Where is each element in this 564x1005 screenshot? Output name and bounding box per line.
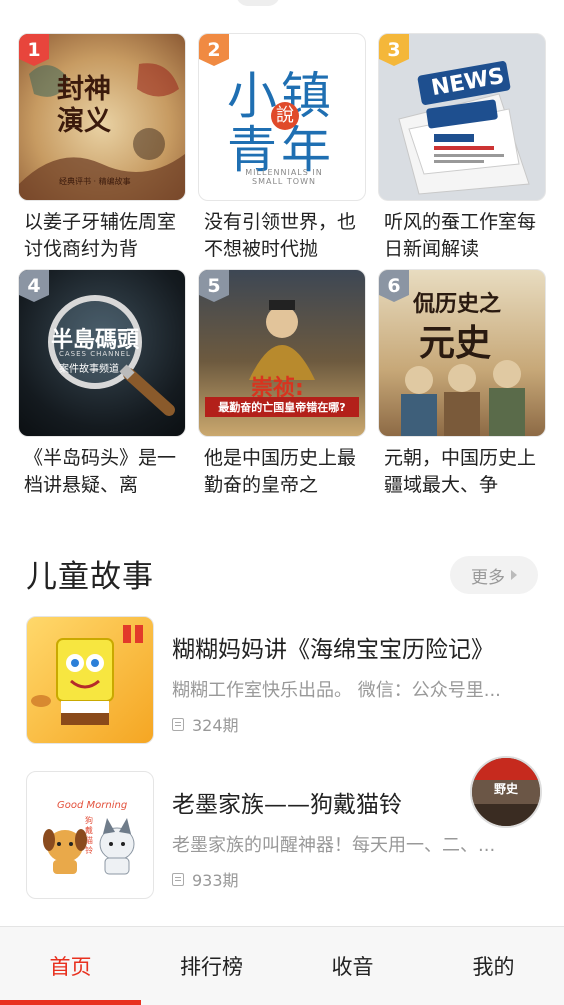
list-item-meta: 324期 [172, 712, 239, 736]
cover-title: 封神演义 [57, 74, 111, 137]
cartoon-illustration [31, 625, 143, 725]
now-playing-avatar[interactable]: 野史 [470, 756, 542, 828]
more-button[interactable]: 更多 [450, 556, 538, 594]
cover-seal: 說 [271, 102, 299, 130]
tab-label: 首页 [49, 955, 92, 979]
list-item-desc: 老墨家族的叫醒神器！每天用一、二、... [172, 835, 496, 856]
list-item-desc: 糊糊工作室快乐出品。 微信：公众号里... [172, 680, 501, 701]
list-thumb-2[interactable]: Good Morning 狗戴猫铃 [26, 771, 154, 899]
cover-subtitle: MILLENNIALS IN SMALL TOWN [245, 168, 323, 186]
cover-subtitle: 案件故事频道 [59, 364, 119, 375]
podcast-cover-4[interactable]: 4 半島碼頭 CASES CHANNEL 案件故事频道 [18, 269, 186, 437]
podcast-title-2[interactable]: 没有引领世界，也不想被时代抛 [198, 209, 366, 263]
cover-subtitle-en: CASES CHANNEL [59, 350, 131, 358]
tab-label: 排行榜 [180, 955, 243, 979]
tab-home[interactable]: 首页 [0, 927, 141, 1005]
dog-cat-illustration [43, 818, 135, 875]
tab-label: 我的 [472, 955, 515, 979]
list-item-title[interactable]: 老墨家族——狗戴猫铃 [172, 785, 402, 819]
top-tab-pill[interactable] [236, 0, 280, 6]
podcast-cover-6[interactable]: 6 侃历史之 元史 [378, 269, 546, 437]
podcast-title-3[interactable]: 听风的蚕工作室每日新闻解读 [378, 209, 546, 263]
section-title: 儿童故事 [26, 559, 154, 595]
cover-subtitle: 经典评书 · 精编故事 [59, 177, 131, 186]
episodes-count: 933期 [192, 871, 239, 890]
chevron-right-icon [511, 570, 517, 580]
podcast-card-3[interactable]: 3 NEWS 听风的蚕工作室每日新闻解读 [378, 33, 546, 263]
list-item-title[interactable]: 糊糊妈妈讲《海绵宝宝历险记》 [172, 630, 494, 664]
list-item[interactable]: Good Morning 狗戴猫铃 老墨家族——狗戴猫铃 老墨家族的叫醒神器！每… [26, 771, 546, 899]
tab-ranking[interactable]: 排行榜 [141, 927, 282, 1005]
podcast-title-6[interactable]: 元朝，中国历史上疆域最大、争 [378, 445, 546, 499]
podcast-cover-5[interactable]: 5 崇祯: 最勤奋的亡国皇帝错在哪? [198, 269, 366, 437]
rank-badge: 2 [199, 34, 229, 66]
bottom-tab-bar: 首页 排行榜 收音 我的 [0, 926, 564, 1005]
episodes-count: 324期 [192, 716, 239, 735]
podcast-card-4[interactable]: 4 半島碼頭 CASES CHANNEL 案件故事频道 《半岛码头》是一档讲悬疑… [18, 269, 186, 499]
podcast-title-4[interactable]: 《半岛码头》是一档讲悬疑、离 [18, 445, 186, 499]
tab-label: 收音 [331, 955, 374, 979]
podcast-card-6[interactable]: 6 侃历史之 元史 元朝，中国历史上疆域最大、争 [378, 269, 546, 499]
podcast-cover-1[interactable]: 1 封神演义 经典评书 · 精编故事 [18, 33, 186, 201]
active-tab-indicator [0, 1000, 141, 1005]
episodes-icon [172, 717, 184, 731]
podcast-title-5[interactable]: 他是中国历史上最勤奋的皇帝之 [198, 445, 366, 499]
cover-subtitle: 最勤奋的亡国皇帝错在哪? [205, 397, 359, 417]
podcast-card-5[interactable]: 5 崇祯: 最勤奋的亡国皇帝错在哪? 他是中国历史上最勤奋的皇帝之 [198, 269, 366, 499]
podcast-card-2[interactable]: 2 小镇 青年 說 MILLENNIALS IN SMALL TOWN 没有引领… [198, 33, 366, 263]
tab-radio[interactable]: 收音 [282, 927, 423, 1005]
now-playing-label: 野史 [493, 782, 518, 796]
podcast-cover-2[interactable]: 2 小镇 青年 說 MILLENNIALS IN SMALL TOWN [198, 33, 366, 201]
list-item[interactable]: 糊糊妈妈讲《海绵宝宝历险记》 糊糊工作室快乐出品。 微信：公众号里... 324… [26, 616, 546, 744]
list-item-meta: 933期 [172, 867, 239, 891]
tab-mine[interactable]: 我的 [423, 927, 564, 1005]
list-thumb-1[interactable] [26, 616, 154, 744]
more-label: 更多 [471, 567, 505, 588]
podcast-card-1[interactable]: 1 封神演义 经典评书 · 精编故事 以姜子牙辅佐周室讨伐商纣为背 [18, 33, 186, 263]
episodes-icon [172, 872, 184, 886]
podcast-title-1[interactable]: 以姜子牙辅佐周室讨伐商纣为背 [18, 209, 186, 263]
podcast-cover-3[interactable]: 3 NEWS [378, 33, 546, 201]
